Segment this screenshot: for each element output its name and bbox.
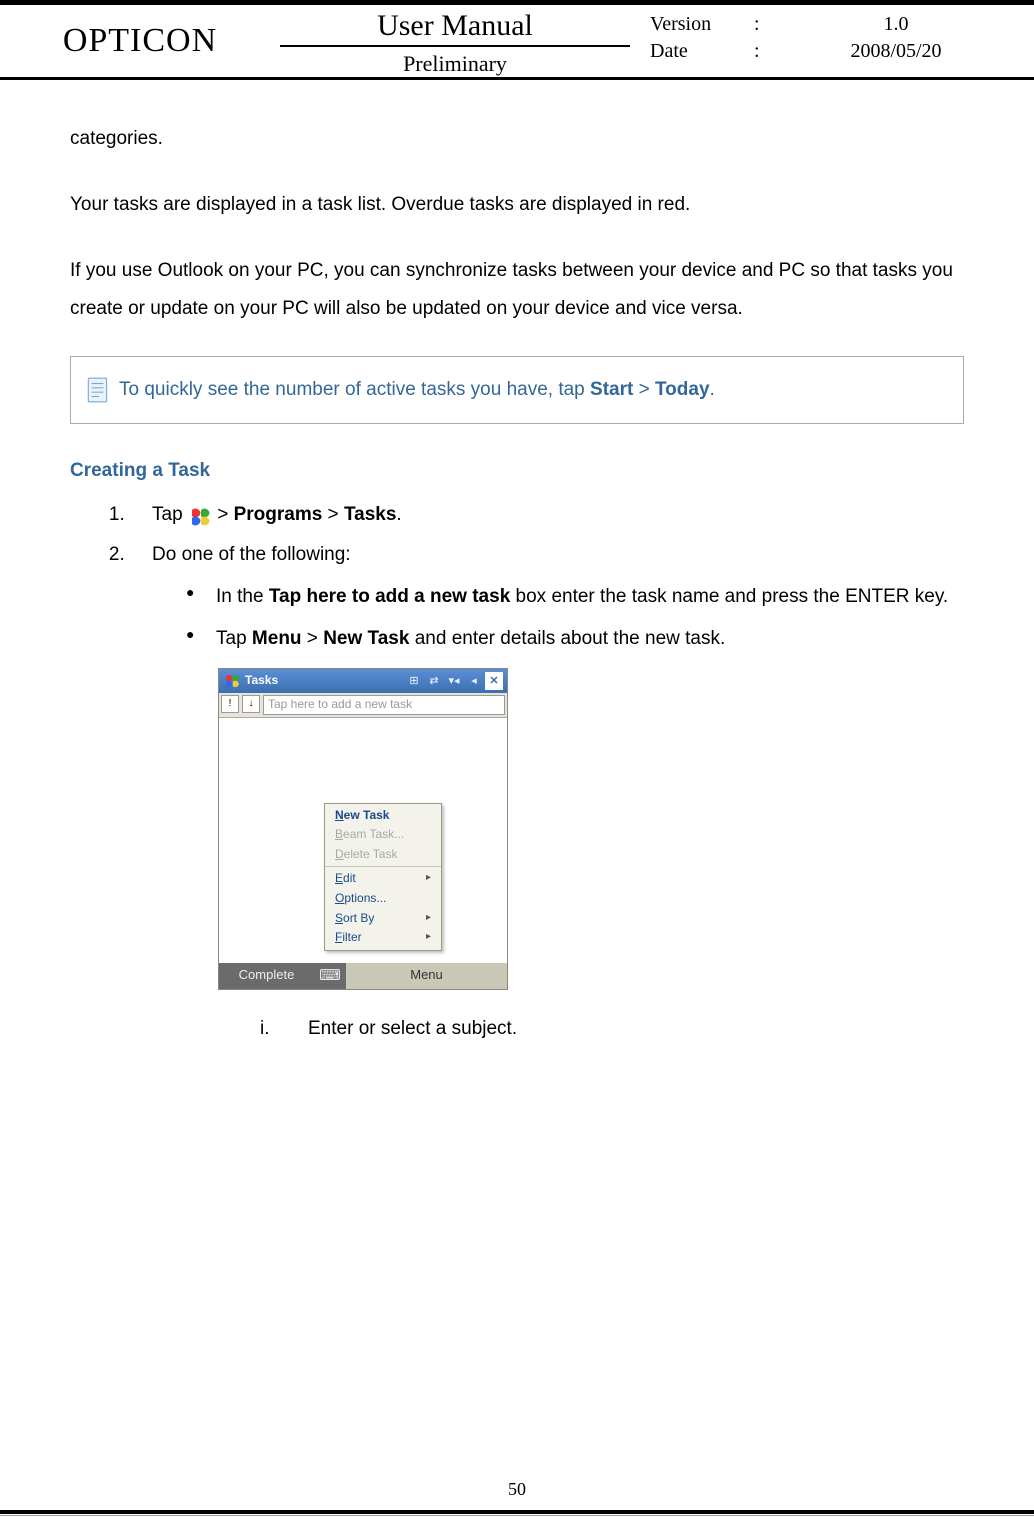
ss-toolbar: ! ↓ Tap here to add a new task bbox=[219, 693, 507, 718]
volume-icon[interactable]: ◂ bbox=[465, 672, 483, 690]
b1b: Tap here to add a new task bbox=[269, 586, 510, 607]
gt2: > bbox=[322, 504, 344, 525]
chevron-right-icon: ▸ bbox=[426, 871, 431, 884]
step-1: Tap > Programs > Tasks. bbox=[130, 496, 964, 534]
b1a: In the bbox=[216, 586, 269, 607]
menu-separator bbox=[325, 866, 441, 867]
tip-gt: > bbox=[633, 379, 655, 400]
device-screenshot: Tasks ⊞ ⇄ ▾◂ ◂ ✕ ! ↓ T bbox=[218, 668, 508, 990]
ss-start-icon[interactable] bbox=[223, 673, 241, 689]
step-2: Do one of the following: In the Tap here… bbox=[130, 536, 964, 1048]
chevron-right-icon: ▸ bbox=[426, 930, 431, 943]
date-label: Date bbox=[650, 40, 740, 63]
step1-tasks: Tasks bbox=[344, 504, 396, 525]
roman-label: i. bbox=[260, 1010, 308, 1048]
tip-bold-today: Today bbox=[655, 379, 710, 400]
bullet-inbox: In the Tap here to add a new task box en… bbox=[186, 578, 964, 616]
windows-start-icon bbox=[188, 504, 212, 526]
substep-i: i. Enter or select a subject. bbox=[260, 1010, 964, 1048]
signal-icon[interactable]: ▾◂ bbox=[445, 672, 463, 690]
menu-edit[interactable]: Edit ▸ bbox=[325, 869, 441, 889]
ss-task-area: New Task Beam Task... Delete Task Edit▸ … bbox=[219, 718, 507, 963]
colon: : bbox=[754, 40, 764, 63]
menu-new-task[interactable]: New Task bbox=[325, 806, 441, 826]
steps-list: Tap > Programs > Tasks. Do one of the fo… bbox=[130, 496, 964, 1048]
paragraph-outlook: If you use Outlook on your PC, you can s… bbox=[70, 252, 964, 328]
ss-status-icons: ⊞ ⇄ ▾◂ ◂ ✕ bbox=[405, 672, 503, 690]
softkey-complete[interactable]: Complete bbox=[219, 967, 314, 984]
header-meta: Version : 1.0 Date : 2008/05/20 bbox=[630, 5, 1034, 77]
gt1: > bbox=[217, 504, 233, 525]
step1-text: Tap bbox=[152, 504, 188, 525]
b2c: and enter details about the new task. bbox=[409, 628, 725, 649]
note-icon bbox=[85, 376, 111, 404]
colon: : bbox=[754, 13, 764, 36]
sync-icon[interactable]: ⇄ bbox=[425, 672, 443, 690]
ss-softkey-bar: Complete ⌨ Menu bbox=[219, 963, 507, 989]
menu-filter-label: Filter bbox=[335, 930, 362, 944]
menu-sort-by[interactable]: Sort By ▸ bbox=[325, 909, 441, 929]
ss-titlebar: Tasks ⊞ ⇄ ▾◂ ◂ ✕ bbox=[219, 669, 507, 693]
priority-high-icon[interactable]: ! bbox=[221, 695, 239, 713]
softkey-menu[interactable]: Menu bbox=[346, 963, 507, 989]
tip-text: To quickly see the number of active task… bbox=[119, 371, 715, 409]
menu-sortby-label: Sort By bbox=[335, 911, 374, 925]
substep-text: Enter or select a subject. bbox=[308, 1010, 517, 1048]
b2b2: New Task bbox=[323, 628, 409, 649]
close-icon[interactable]: ✕ bbox=[485, 672, 503, 690]
version-value: 1.0 bbox=[778, 13, 1014, 36]
add-task-input[interactable]: Tap here to add a new task bbox=[263, 695, 505, 715]
footer-rule-thin bbox=[0, 1515, 1034, 1516]
keyboard-icon[interactable]: ⌨ bbox=[314, 966, 346, 986]
bullet-menu: Tap Menu > New Task and enter details ab… bbox=[186, 620, 964, 1048]
date-value: 2008/05/20 bbox=[778, 40, 1014, 63]
gt3: > bbox=[302, 628, 324, 649]
priority-low-icon[interactable]: ↓ bbox=[242, 695, 260, 713]
header-center: User Manual Preliminary bbox=[280, 5, 630, 77]
b2a: Tap bbox=[216, 628, 252, 649]
paragraph-tasklist: Your tasks are displayed in a task list.… bbox=[70, 186, 964, 224]
step2-bullets: In the Tap here to add a new task box en… bbox=[186, 578, 964, 1048]
b1c: box enter the task name and press the EN… bbox=[510, 586, 948, 607]
page-header: OPTICON User Manual Preliminary Version … bbox=[0, 5, 1034, 80]
section-creating-task: Creating a Task bbox=[70, 452, 964, 490]
menu-beam-task: Beam Task... bbox=[325, 825, 441, 845]
menu-edit-label: Edit bbox=[335, 871, 356, 885]
chevron-right-icon: ▸ bbox=[426, 911, 431, 924]
step2-text: Do one of the following: bbox=[152, 544, 351, 565]
tip-suffix: . bbox=[710, 379, 715, 400]
step1-programs: Programs bbox=[234, 504, 323, 525]
menu-options[interactable]: Options... bbox=[325, 889, 441, 909]
menu-delete-task: Delete Task bbox=[325, 845, 441, 865]
footer-rule bbox=[0, 1510, 1034, 1514]
ss-context-menu: New Task Beam Task... Delete Task Edit▸ … bbox=[324, 803, 442, 951]
version-label: Version bbox=[650, 13, 740, 36]
tip-box: To quickly see the number of active task… bbox=[70, 356, 964, 424]
network-icon[interactable]: ⊞ bbox=[405, 672, 423, 690]
tip-bold-start: Start bbox=[590, 379, 633, 400]
brand-name: OPTICON bbox=[0, 5, 280, 77]
sub-steps: i. Enter or select a subject. bbox=[260, 1010, 964, 1048]
menu-filter[interactable]: Filter ▸ bbox=[325, 928, 441, 948]
ss-app-title: Tasks bbox=[245, 673, 401, 689]
page-content: categories. Your tasks are displayed in … bbox=[0, 80, 1034, 1048]
paragraph-categories: categories. bbox=[70, 120, 964, 158]
doc-title: User Manual bbox=[280, 5, 630, 47]
tip-text-prefix: To quickly see the number of active task… bbox=[119, 379, 590, 400]
page-number: 50 bbox=[0, 1479, 1034, 1500]
b2b1: Menu bbox=[252, 628, 302, 649]
doc-subtitle: Preliminary bbox=[280, 47, 630, 81]
